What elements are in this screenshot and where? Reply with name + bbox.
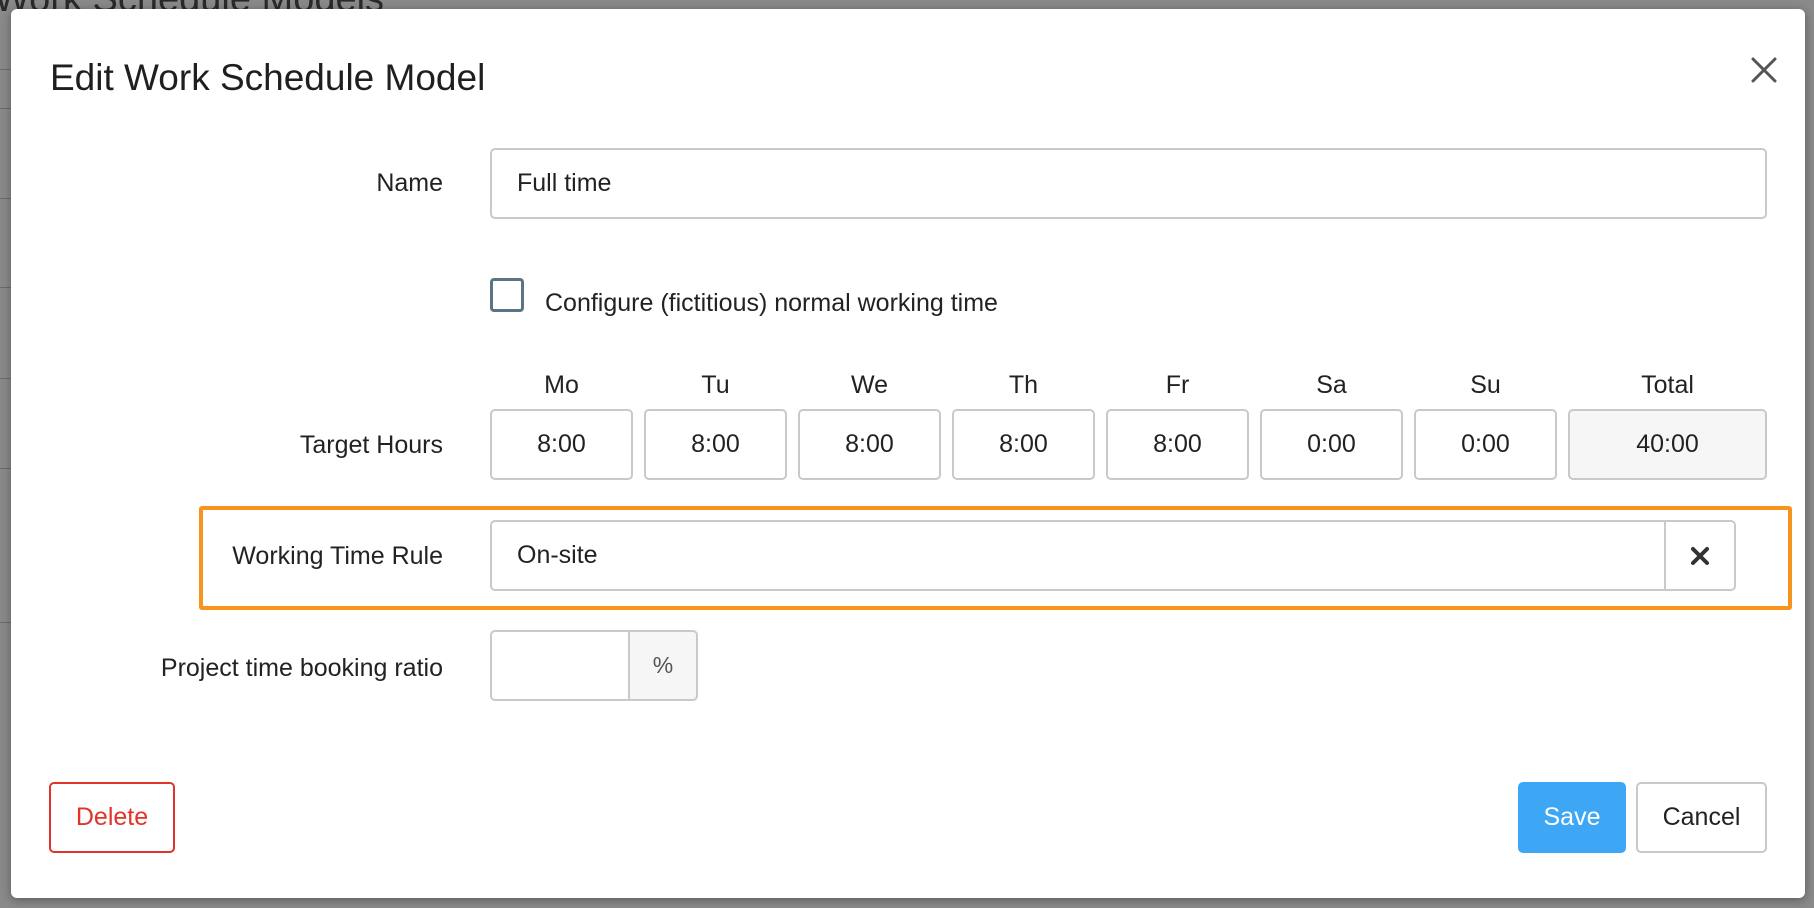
normal-working-time-label[interactable]: Configure (fictitious) normal working ti…: [545, 289, 998, 318]
delete-button[interactable]: Delete: [49, 782, 175, 853]
target-hours-mo-value: 8:00: [537, 430, 586, 458]
working-time-rule-clear-button[interactable]: [1664, 520, 1736, 591]
close-icon: [1751, 57, 1777, 83]
target-hours-sa-value: 0:00: [1307, 430, 1356, 458]
cancel-button[interactable]: Cancel: [1636, 782, 1767, 853]
day-header-sa: Sa: [1316, 371, 1347, 399]
working-time-rule-select[interactable]: On-site: [490, 520, 1666, 591]
percent-addon: %: [628, 630, 698, 701]
target-hours-fr-input[interactable]: 8:00: [1106, 409, 1249, 480]
target-hours-we-input[interactable]: 8:00: [798, 409, 941, 480]
working-time-rule-label: Working Time Rule: [232, 542, 443, 570]
day-header-fr: Fr: [1165, 371, 1190, 399]
day-header-total: Total: [1641, 371, 1694, 399]
day-header-th: Th: [1008, 371, 1039, 399]
target-hours-label: Target Hours: [299, 431, 443, 459]
close-button[interactable]: [1737, 43, 1791, 97]
target-hours-tu-value: 8:00: [691, 430, 740, 458]
target-hours-su-input[interactable]: 0:00: [1414, 409, 1557, 480]
target-hours-sa-input[interactable]: 0:00: [1260, 409, 1403, 480]
day-header-tu: Tu: [701, 371, 730, 399]
target-hours-th-input[interactable]: 8:00: [952, 409, 1095, 480]
clear-icon: [1691, 546, 1709, 565]
target-hours-we-value: 8:00: [845, 430, 894, 458]
edit-work-schedule-dialog: Edit Work Schedule Model Name Full time …: [11, 9, 1805, 898]
save-button[interactable]: Save: [1518, 782, 1626, 853]
dialog-title: Edit Work Schedule Model: [50, 57, 486, 98]
name-input[interactable]: Full time: [490, 148, 1767, 219]
working-time-rule-value: On-site: [517, 541, 598, 569]
project-booking-ratio-label: Project time booking ratio: [160, 654, 443, 682]
day-header-we: We: [850, 371, 889, 399]
target-hours-fr-value: 8:00: [1153, 430, 1202, 458]
target-hours-tu-input[interactable]: 8:00: [644, 409, 787, 480]
project-booking-ratio-input[interactable]: [490, 630, 630, 701]
target-hours-su-value: 0:00: [1461, 430, 1510, 458]
target-hours-th-value: 8:00: [999, 430, 1048, 458]
name-label: Name: [376, 169, 443, 197]
target-hours-total: 40:00: [1568, 409, 1767, 480]
target-hours-mo-input[interactable]: 8:00: [490, 409, 633, 480]
target-hours-total-value: 40:00: [1636, 430, 1699, 458]
normal-working-time-checkbox[interactable]: [490, 278, 524, 312]
day-header-su: Su: [1470, 371, 1501, 399]
day-header-mo: Mo: [544, 371, 579, 399]
name-input-value: Full time: [517, 169, 612, 197]
